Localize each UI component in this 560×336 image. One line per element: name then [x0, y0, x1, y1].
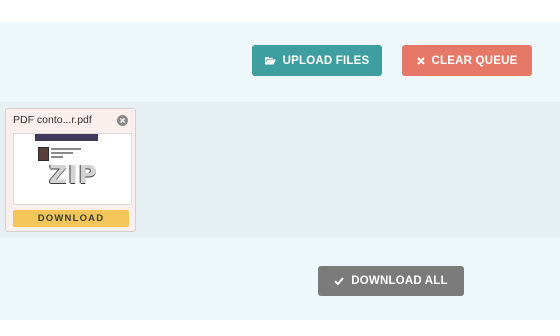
upload-files-label: UPLOAD FILES [282, 54, 370, 67]
zip-label: ZIP [49, 160, 98, 189]
folder-open-icon [264, 56, 276, 65]
close-circle-icon[interactable] [117, 115, 128, 126]
download-all-label: DOWNLOAD ALL [351, 275, 448, 287]
file-download-button[interactable]: DOWNLOAD [13, 210, 129, 227]
upload-files-button[interactable]: UPLOAD FILES [252, 45, 382, 76]
file-thumbnail: ZIP [13, 133, 132, 205]
thumbnail-cover-image [38, 147, 49, 161]
file-name: PDF conto...r.pdf [13, 114, 92, 126]
download-all-button[interactable]: DOWNLOAD ALL [318, 266, 464, 296]
clear-queue-label: CLEAR QUEUE [431, 54, 518, 67]
thumbnail-header-bar [35, 134, 98, 141]
times-icon [416, 56, 425, 65]
thumbnail-text-line [51, 152, 73, 154]
thumbnail-text-line [51, 156, 63, 158]
thumbnail-text-line [51, 148, 81, 150]
footer-area [0, 238, 560, 320]
clear-queue-button[interactable]: CLEAR QUEUE [402, 45, 532, 76]
check-icon [334, 277, 344, 285]
file-card: PDF conto...r.pdf ZIP DOWNLOAD [5, 108, 136, 232]
